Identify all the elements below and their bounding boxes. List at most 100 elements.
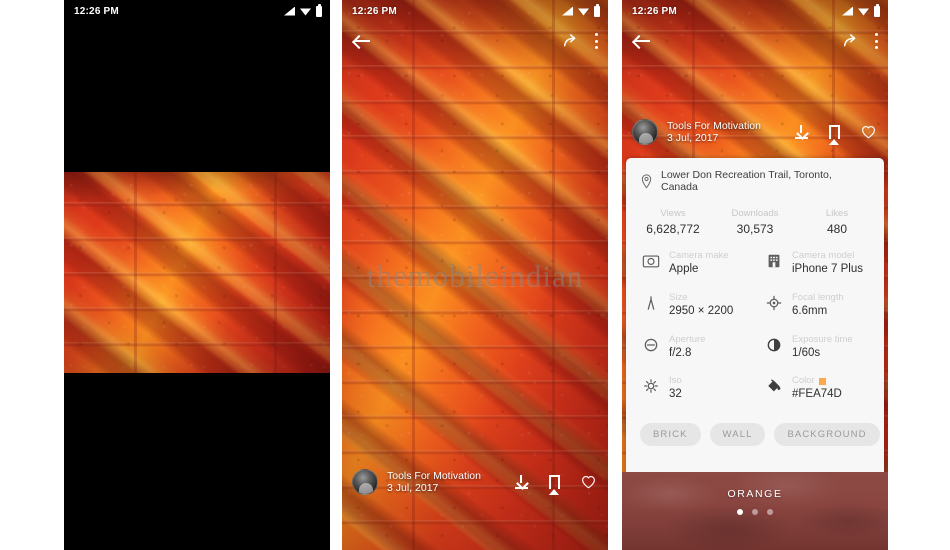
stat-views: Views 6,628,772 (632, 208, 714, 236)
exif-row: Size 2950 × 2200 Focal length 6.6mm (632, 292, 878, 319)
exif-label: Aperture (669, 333, 706, 345)
status-system-icons (842, 3, 880, 17)
app-toolbar-right (622, 24, 888, 58)
stat-likes: Likes 480 (796, 208, 878, 236)
avatar[interactable] (632, 119, 658, 145)
exif-iso: Iso 32 (632, 375, 755, 402)
location-pin-icon (641, 173, 652, 189)
location-text: Lower Don Recreation Trail, Toronto, Can… (661, 169, 832, 193)
signal-icon (842, 6, 853, 16)
tag-wall[interactable]: WALL (709, 423, 766, 447)
building-icon (768, 254, 780, 268)
back-arrow-icon[interactable] (354, 34, 371, 48)
exif-label: Exposure time (792, 333, 853, 345)
stat-value: 30,573 (736, 222, 774, 236)
focus-icon (766, 295, 782, 311)
carousel-dot[interactable] (767, 509, 773, 515)
back-arrow-icon[interactable] (634, 34, 651, 48)
status-bar-middle: 12:26 PM (342, 0, 608, 22)
camera-icon (642, 255, 660, 268)
wifi-icon (858, 8, 869, 16)
status-system-icons (562, 3, 600, 17)
wifi-icon (300, 8, 311, 16)
carousel-dot[interactable] (737, 509, 743, 515)
phone-screen-right: 12:26 PM Tools For Motivation 3 Jul, 201… (622, 0, 888, 550)
exif-camera-model: Camera model iPhone 7 Plus (755, 250, 878, 277)
photo-actions (795, 125, 876, 145)
exif-value: 6.6mm (792, 304, 828, 317)
brick-wall-image (64, 172, 330, 373)
more-vertical-icon[interactable] (874, 33, 878, 49)
brightness-icon (644, 379, 658, 394)
signal-icon (562, 6, 573, 16)
author-bar-middle: Tools For Motivation 3 Jul, 2017 (342, 460, 608, 504)
exif-value: 1/60s (792, 346, 821, 359)
exif-size: Size 2950 × 2200 (632, 292, 755, 319)
status-clock: 12:26 PM (632, 5, 677, 17)
aperture-icon (644, 338, 658, 351)
exif-label: Camera model (792, 250, 855, 261)
screenshot-stage: 12:26 PM 12:26 PM Tools For Motivation 3… (0, 0, 950, 550)
photo-left (64, 172, 330, 373)
author-bar-right: Tools For Motivation 3 Jul, 2017 (622, 110, 888, 154)
author-text: Tools For Motivation 3 Jul, 2017 (387, 470, 515, 495)
carousel-dot[interactable] (752, 509, 758, 515)
stat-value: 480 (826, 222, 848, 236)
status-clock: 12:26 PM (74, 5, 119, 17)
exif-value: #FEA74D (792, 388, 842, 401)
battery-icon (316, 3, 322, 17)
status-system-icons (284, 3, 322, 17)
stat-label: Views (660, 208, 686, 219)
exif-label: Color (792, 375, 842, 387)
avatar[interactable] (352, 469, 378, 495)
exif-row: Iso 32 Color #FEA74D (632, 375, 878, 402)
exif-row: Aperture f/2.8 Exposure time 1/60s (632, 334, 878, 361)
tag-brick[interactable]: BRICK (640, 423, 701, 447)
battery-icon (594, 3, 600, 17)
exif-value: Apple (669, 262, 699, 275)
share-icon[interactable] (842, 33, 858, 49)
wifi-icon (578, 8, 589, 16)
photo-actions (515, 475, 596, 495)
promo-title: ORANGE (727, 488, 783, 500)
status-clock: 12:26 PM (352, 5, 397, 17)
stat-downloads: Downloads 30,573 (714, 208, 796, 236)
carousel-dots (622, 509, 888, 515)
share-icon[interactable] (562, 33, 578, 49)
bookmark-icon[interactable] (549, 475, 560, 495)
bookmark-icon[interactable] (829, 125, 840, 145)
author-text: Tools For Motivation 3 Jul, 2017 (667, 120, 795, 145)
tag-background[interactable]: BACKGROUND (774, 423, 880, 447)
promo-banner[interactable]: ORANGE (622, 472, 888, 550)
exif-camera-make: Camera make Apple (632, 250, 755, 277)
stat-label: Likes (825, 208, 849, 219)
author-date: 3 Jul, 2017 (387, 482, 439, 494)
phone-screen-middle: 12:26 PM Tools For Motivation 3 Jul, 201… (342, 0, 608, 550)
author-name: Tools For Motivation (667, 119, 761, 132)
download-icon[interactable] (795, 125, 808, 139)
author-name: Tools For Motivation (387, 469, 481, 482)
exif-value: 2950 × 2200 (669, 304, 734, 317)
exif-value: 32 (669, 388, 682, 401)
exif-label: Camera make (669, 250, 729, 261)
status-bar-right: 12:26 PM (622, 0, 888, 22)
color-swatch (818, 377, 826, 385)
exposure-icon (767, 338, 781, 351)
toolbar-actions (562, 33, 598, 49)
download-icon[interactable] (515, 475, 528, 489)
exif-label-text: Color (792, 375, 815, 387)
phone-screen-left: 12:26 PM (64, 0, 330, 550)
stat-value: 6,628,772 (646, 222, 700, 236)
stats-row: Views 6,628,772 Downloads 30,573 Likes 4… (626, 202, 884, 250)
exif-value: iPhone 7 Plus (792, 262, 863, 275)
heart-icon[interactable] (581, 475, 596, 489)
toolbar-actions (842, 33, 878, 49)
heart-icon[interactable] (861, 125, 876, 139)
letterbox-top (64, 0, 330, 172)
compass-icon (647, 296, 655, 310)
app-toolbar-middle (342, 24, 608, 58)
location-row[interactable]: Lower Don Recreation Trail, Toronto, Can… (626, 158, 884, 202)
more-vertical-icon[interactable] (594, 33, 598, 49)
tag-list: BRICK WALL BACKGROUND TEXT (626, 417, 884, 456)
exif-label: Focal length (792, 291, 844, 303)
